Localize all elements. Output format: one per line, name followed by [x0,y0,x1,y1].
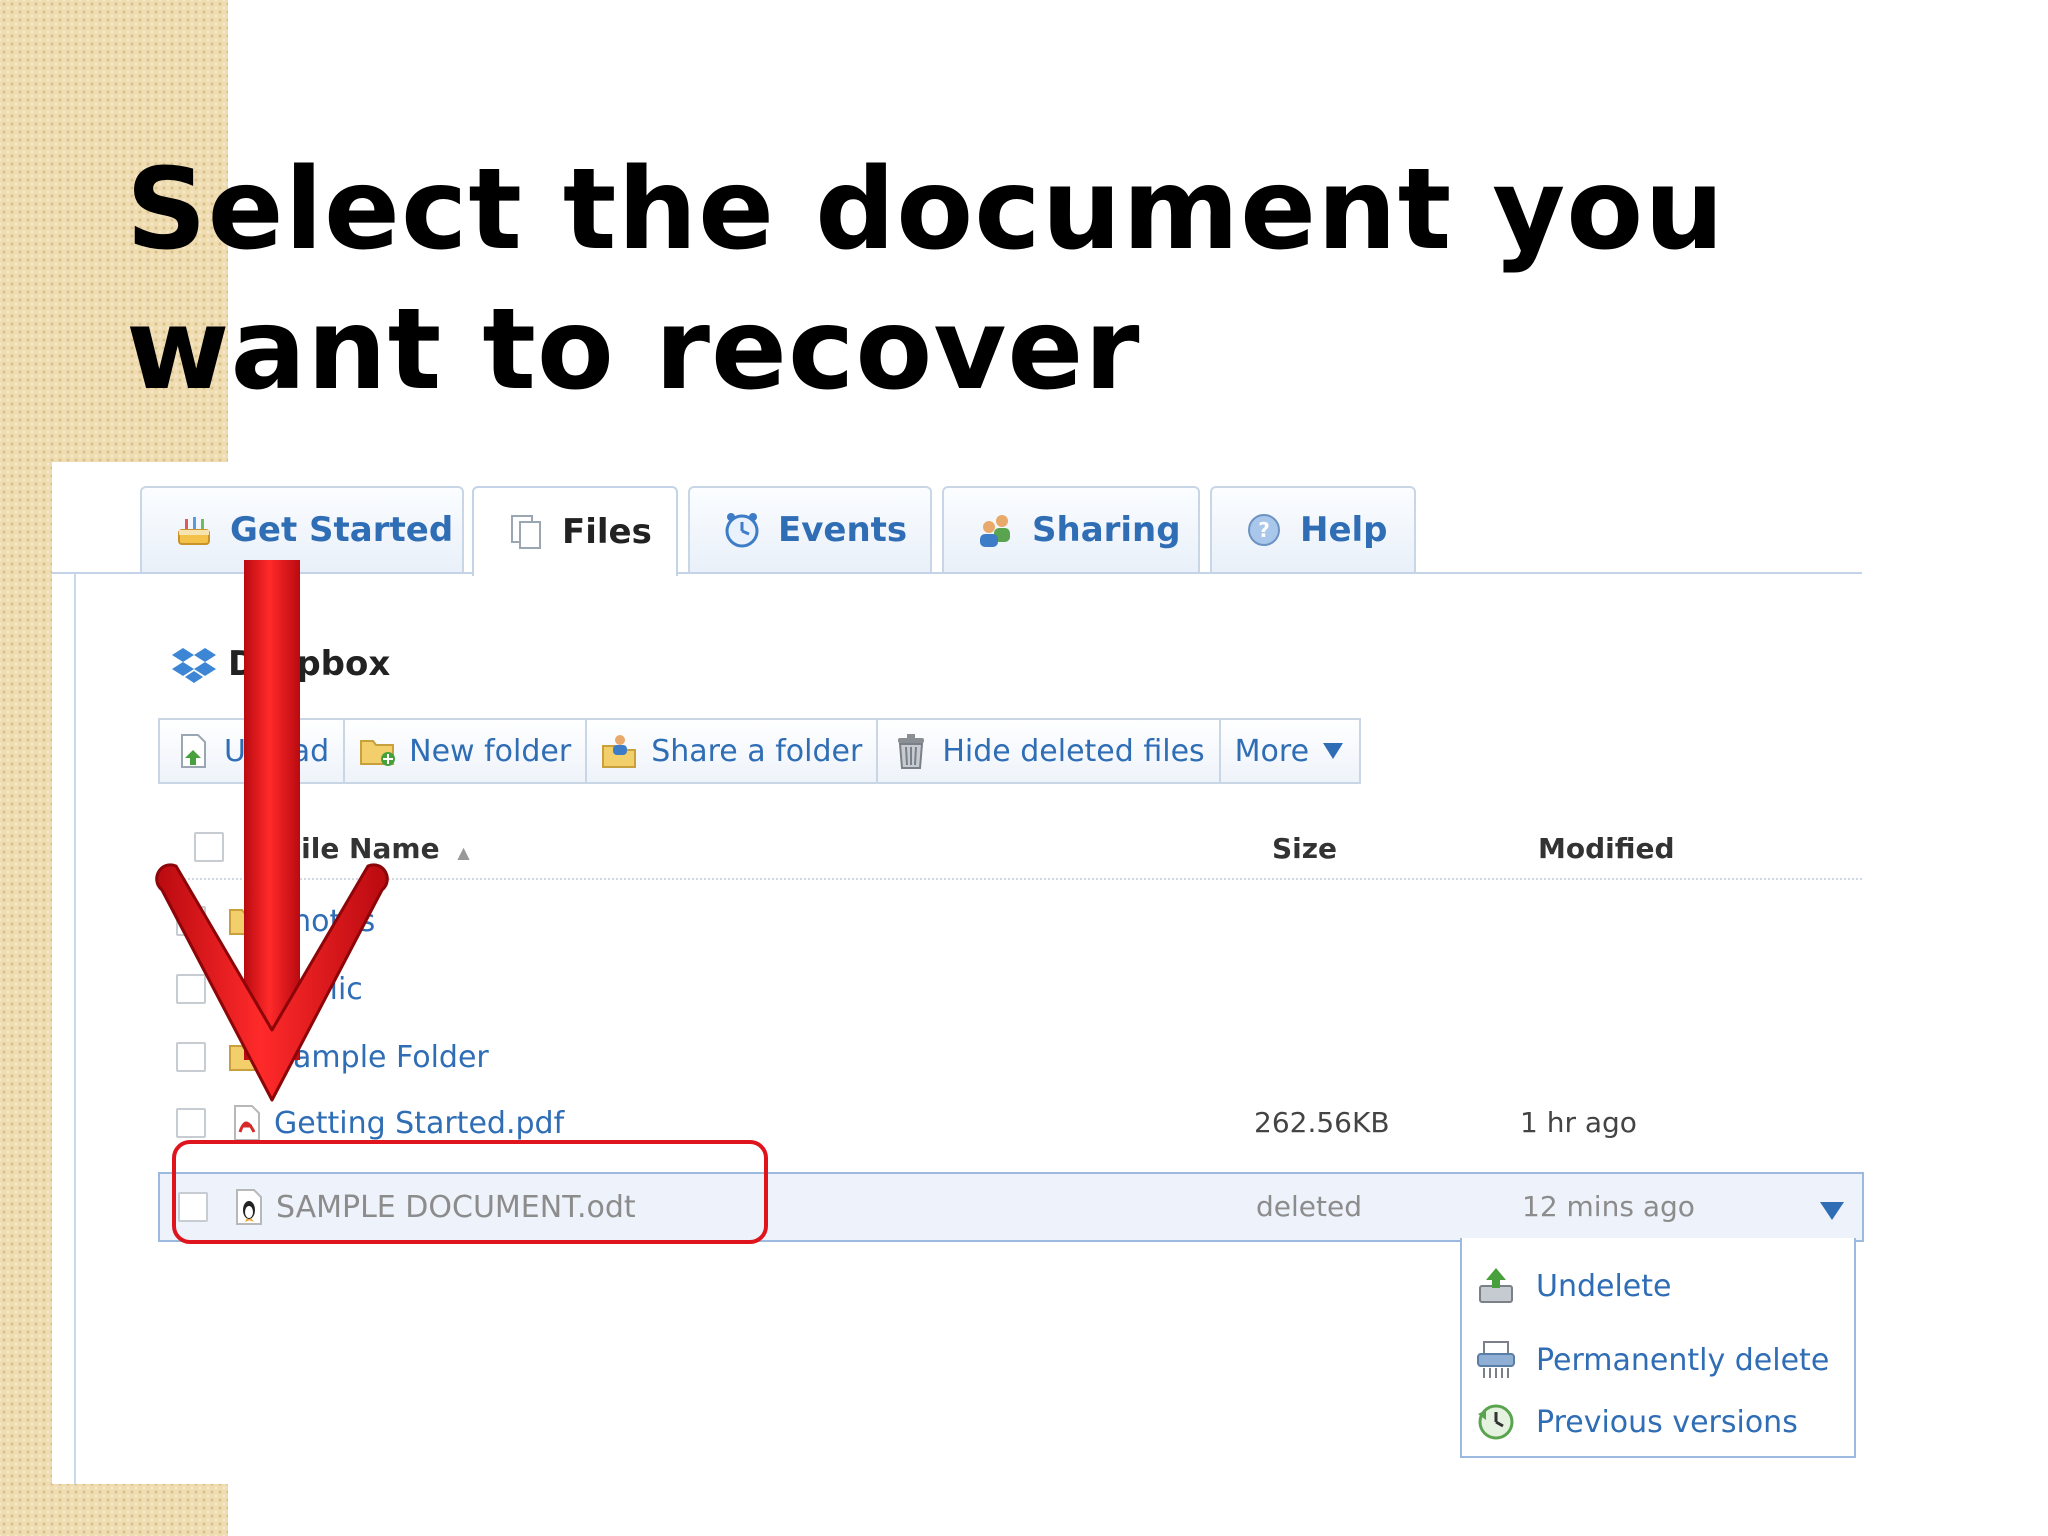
cake-icon [178,517,210,545]
tab-label: Sharing [1032,510,1181,550]
file-row-public[interactable]: Public [158,956,1864,1022]
tab-label: Events [778,510,908,550]
tab-help[interactable]: ? Help [1210,486,1416,572]
more-button[interactable]: More [1218,718,1362,784]
file-list-header: File Name ▲ Size Modified [176,820,1862,880]
tab-events[interactable]: Events [688,486,932,572]
undelete-label: Undelete [1536,1268,1672,1304]
column-modified[interactable]: Modified [1538,832,1675,865]
shredder-icon [1477,1341,1515,1378]
hide-deleted-files-button[interactable]: Hide deleted files [876,718,1221,784]
share-folder-label: Share a folder [651,733,863,769]
row-menu-chevron-icon[interactable] [1818,1196,1846,1224]
tab-sharing[interactable]: Sharing [942,486,1200,572]
file-size: 262.56KB [1254,1106,1390,1139]
help-icon: ? [1248,514,1280,546]
tab-label: Files [562,512,652,552]
clock-icon [725,513,759,548]
files-icon [511,515,541,549]
share-folder-button[interactable]: Share a folder [585,718,879,784]
undelete-icon [1479,1268,1513,1303]
tab-files[interactable]: Files [472,486,678,576]
file-modified: 1 hr ago [1520,1106,1637,1139]
slide-title: Select the document you want to recover [126,145,1725,415]
red-arrow-down-icon [155,560,389,1102]
content-border [74,572,76,1484]
share-folder-icon [602,735,637,768]
sort-ascending-icon: ▲ [457,843,470,862]
previous-versions-menu-item[interactable]: Previous versions [1474,1394,1798,1450]
file-modified: 12 mins ago [1522,1190,1695,1223]
file-row-photos[interactable]: Photos [158,888,1864,954]
highlight-box [172,1140,768,1244]
file-row-sample-folder[interactable]: Sample Folder [158,1024,1864,1090]
chevron-down-icon [1323,743,1344,759]
new-folder-label: New folder [409,733,572,769]
svg-text:?: ? [1258,518,1270,542]
previous-versions-label: Previous versions [1536,1404,1798,1440]
undelete-menu-item[interactable]: Undelete [1474,1258,1671,1314]
tab-label: Help [1300,510,1388,550]
hide-deleted-files-label: Hide deleted files [942,733,1205,769]
file-size: deleted [1256,1190,1362,1223]
more-label: More [1234,733,1310,769]
column-size[interactable]: Size [1272,832,1337,865]
permanently-delete-label: Permanently delete [1536,1342,1830,1378]
history-clock-icon [1478,1404,1514,1440]
tab-label: Get Started [230,510,454,550]
trash-icon [898,734,925,769]
permanently-delete-menu-item[interactable]: Permanently delete [1474,1332,1829,1388]
row-action-menu: Undelete Permanently delete Previous ver… [1460,1238,1856,1458]
people-icon [980,515,1010,547]
